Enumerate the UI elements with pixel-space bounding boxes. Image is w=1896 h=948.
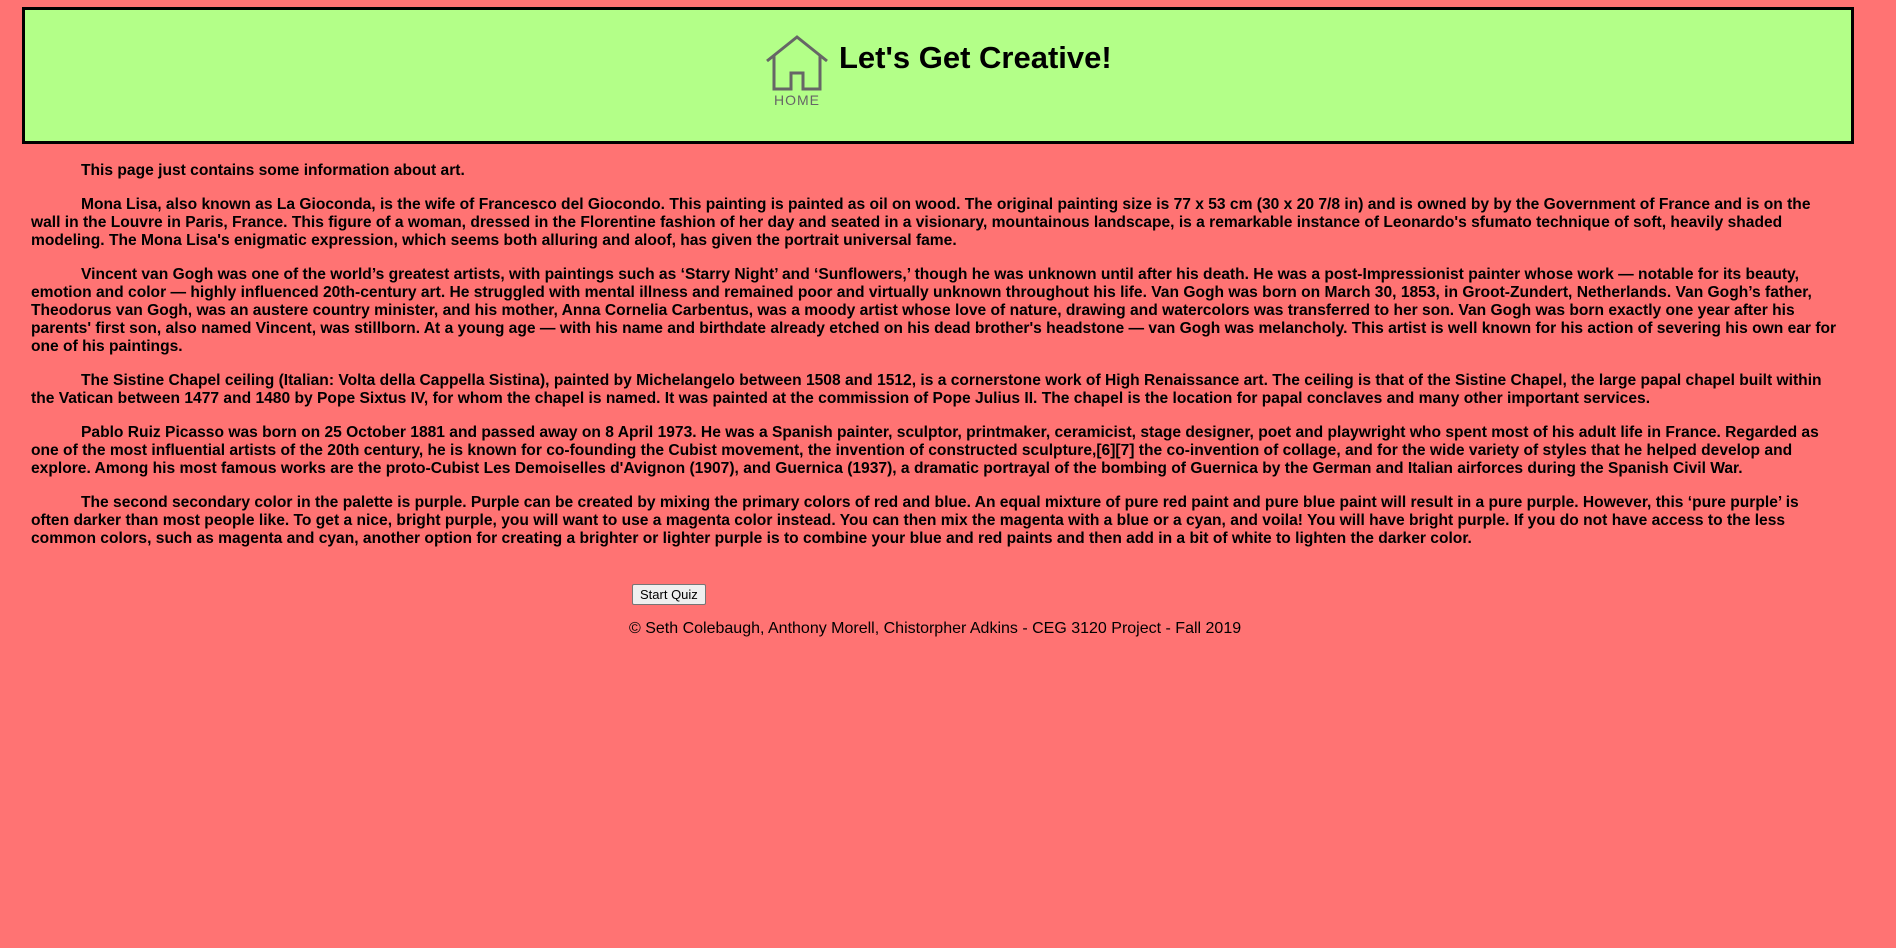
footer-copyright: © Seth Colebaugh, Anthony Morell, Chisto… <box>629 620 1242 637</box>
home-link[interactable]: HOME <box>765 34 829 107</box>
purple-paragraph: The second secondary color in the palett… <box>31 494 1799 547</box>
page-title: Let's Get Creative! <box>839 39 1112 75</box>
start-quiz-button[interactable]: Start Quiz <box>632 584 706 605</box>
sistine-chapel-paragraph: The Sistine Chapel ceiling (Italian: Vol… <box>31 372 1822 407</box>
van-gogh-paragraph: Vincent van Gogh was one of the world’s … <box>31 266 1837 355</box>
brand: HOME Let's Get Creative! <box>765 34 1112 107</box>
house-icon <box>766 35 828 91</box>
intro-paragraph: This page just contains some information… <box>81 162 465 179</box>
actions: Start Quiz <box>632 584 706 605</box>
site-header: HOME Let's Get Creative! <box>22 7 1854 144</box>
picasso-paragraph: Pablo Ruiz Picasso was born on 25 Octobe… <box>31 424 1819 477</box>
main-content: This page just contains some information… <box>31 162 1837 564</box>
mona-lisa-paragraph: Mona Lisa, also known as La Gioconda, is… <box>31 196 1811 249</box>
home-label: HOME <box>774 92 820 108</box>
